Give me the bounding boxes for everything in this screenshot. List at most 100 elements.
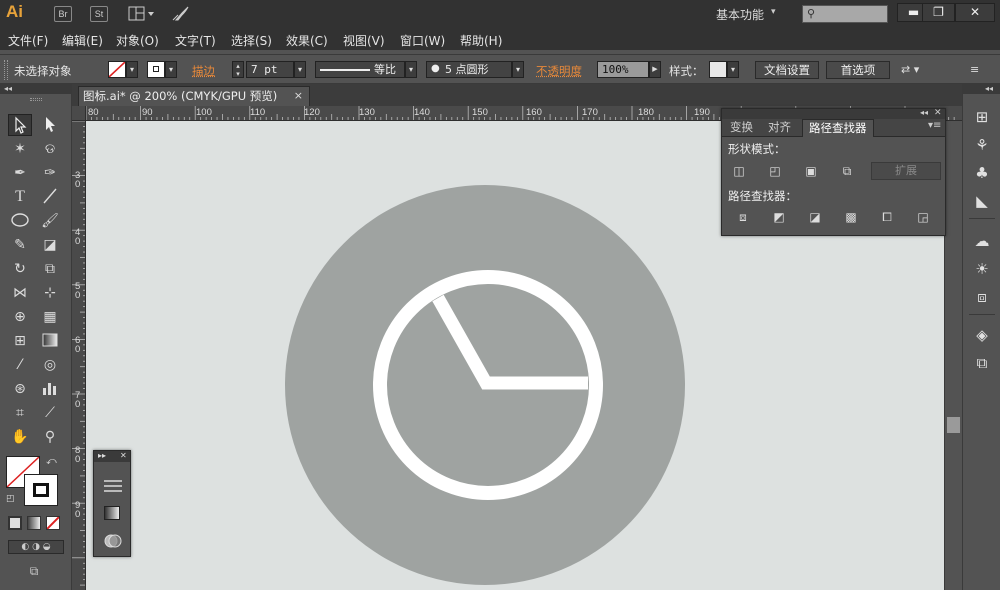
menu-view[interactable]: 视图(V)	[343, 32, 385, 49]
eraser-tool-icon[interactable]: ◪	[38, 234, 62, 256]
transparency-panel-icon[interactable]	[104, 533, 122, 549]
scale-tool-icon[interactable]: ⧉	[38, 258, 62, 280]
stroke-swatch[interactable]	[147, 61, 165, 78]
opacity-link[interactable]: 不透明度	[536, 63, 582, 79]
fill-swatch[interactable]	[108, 61, 126, 78]
type-tool-icon[interactable]: T	[8, 186, 32, 208]
stroke-weight-dropdown[interactable]: ▾	[294, 61, 306, 78]
stroke-color-swatch[interactable]	[24, 474, 58, 506]
gradient-mode-icon[interactable]	[27, 516, 41, 530]
ruler-origin[interactable]	[72, 106, 86, 121]
width-tool-icon[interactable]: ⋈	[8, 282, 32, 304]
gradient-panel-icon[interactable]	[104, 506, 120, 520]
pencil-tool-icon[interactable]: ✎	[8, 234, 32, 256]
menu-select[interactable]: 选择(S)	[231, 32, 272, 49]
brushes-icon[interactable]: ⚘	[971, 134, 993, 156]
panel-menu-icon[interactable]: ≡	[970, 63, 986, 77]
fill-dropdown[interactable]: ▾	[126, 61, 138, 78]
artboards-icon[interactable]: ⧉	[971, 352, 993, 374]
zoom-tool-icon[interactable]: ⚲	[38, 426, 62, 448]
merge-icon[interactable]: ◪	[806, 209, 824, 225]
grip-handle[interactable]	[30, 98, 42, 101]
menu-object[interactable]: 对象(O)	[116, 32, 159, 49]
mesh-tool-icon[interactable]: ⊞	[8, 330, 32, 352]
menu-type[interactable]: 文字(T)	[175, 32, 216, 49]
artboard-tool-icon[interactable]: ⌗	[8, 402, 32, 424]
image-trace-icon[interactable]: ⧈	[971, 286, 993, 308]
perspective-grid-tool-icon[interactable]: ▦	[38, 306, 62, 328]
swap-colors-icon[interactable]: ⤺	[46, 456, 60, 470]
tab-pathfinder[interactable]: 路径查找器	[802, 119, 874, 137]
menu-edit[interactable]: 编辑(E)	[62, 32, 103, 49]
close-button[interactable]: ✕	[955, 3, 995, 22]
draw-mode-icon[interactable]: ◐ ◑ ◒	[8, 540, 64, 554]
rocket-icon[interactable]	[170, 5, 190, 23]
stroke-link[interactable]: 描边	[192, 63, 215, 79]
document-tab[interactable]: 图标.ai* @ 200% (CMYK/GPU 预览) ×	[78, 86, 310, 106]
restore-button[interactable]: ❐	[922, 3, 955, 22]
stroke-dropdown[interactable]: ▾	[165, 61, 177, 78]
panel-header[interactable]: ▸▸ ✕	[94, 451, 130, 462]
stroke-panel-icon[interactable]	[104, 479, 122, 493]
search-input[interactable]: ⚲	[802, 5, 888, 23]
minus-back-icon[interactable]: ◲	[914, 209, 932, 225]
brush-dropdown[interactable]: ▾	[512, 61, 524, 78]
collapse-arrows-icon[interactable]: ◂◂	[0, 84, 72, 94]
eyedropper-tool-icon[interactable]: ⁄	[8, 354, 32, 376]
stroke-weight-stepper[interactable]: ▴ ▾	[232, 61, 244, 78]
tab-transform[interactable]: 变换	[724, 119, 759, 137]
crop-icon[interactable]: ▩	[842, 209, 860, 225]
minus-front-icon[interactable]: ◰	[766, 163, 784, 179]
arrange-documents-icon[interactable]	[128, 6, 156, 22]
scrollbar-thumb[interactable]	[947, 417, 960, 433]
paintbrush-tool-icon[interactable]: 🖌	[38, 210, 62, 232]
panel-menu-icon[interactable]: ▾≡	[928, 120, 941, 131]
layers-icon[interactable]: ◈	[971, 324, 993, 346]
appearance-icon[interactable]: ☀	[971, 258, 993, 280]
creative-cloud-libraries-icon[interactable]: ☁	[971, 230, 993, 252]
unite-icon[interactable]: ◫	[730, 163, 748, 179]
line-segment-tool-icon[interactable]	[38, 186, 62, 208]
direct-selection-tool-icon[interactable]	[38, 114, 62, 136]
bridge-icon[interactable]: Br	[54, 6, 72, 22]
menu-window[interactable]: 窗口(W)	[400, 32, 445, 49]
none-mode-icon[interactable]	[46, 516, 60, 530]
pen-tool-icon[interactable]: ✒	[8, 162, 32, 184]
variable-width-profile[interactable]: 等比	[315, 61, 405, 78]
opacity-field[interactable]: 100%	[597, 61, 649, 78]
menu-file[interactable]: 文件(F)	[8, 32, 48, 49]
chevron-down-icon[interactable]: ▾	[771, 7, 776, 17]
vertical-scrollbar[interactable]	[944, 121, 962, 590]
style-swatch[interactable]	[709, 61, 727, 78]
tab-align[interactable]: 对齐	[762, 119, 797, 137]
divide-icon[interactable]: ⧈	[734, 209, 752, 225]
column-graph-tool-icon[interactable]	[38, 378, 62, 400]
curvature-tool-icon[interactable]: ✑	[38, 162, 62, 184]
rotate-tool-icon[interactable]: ↻	[8, 258, 32, 280]
symbols-icon[interactable]: ♣	[971, 162, 993, 184]
opacity-slider-button[interactable]: ▶	[649, 61, 661, 78]
blend-tool-icon[interactable]: ◎	[38, 354, 62, 376]
shape-builder-tool-icon[interactable]: ⊕	[8, 306, 32, 328]
align-options-icon[interactable]: ⇄ ▾	[901, 63, 931, 77]
expand-arrows-icon[interactable]: ▸▸	[98, 451, 106, 461]
workspace-switcher[interactable]: 基本功能	[716, 6, 764, 23]
vertical-ruler[interactable]: 30 40 50 60 70 80 90	[72, 121, 86, 590]
collapse-arrows-icon[interactable]: ◂◂	[920, 108, 928, 117]
preferences-button[interactable]: 首选项	[826, 61, 890, 79]
slice-tool-icon[interactable]: ⟋	[38, 402, 62, 424]
lasso-tool-icon[interactable]: ଡ	[38, 138, 62, 160]
outline-icon[interactable]: ⧠	[878, 209, 896, 225]
brush-definition[interactable]: ● 5 点圆形	[426, 61, 512, 78]
document-setup-button[interactable]: 文档设置	[755, 61, 819, 79]
color-mode-icon[interactable]	[8, 516, 22, 530]
gradient-tool-icon[interactable]	[38, 330, 62, 352]
close-icon[interactable]: ✕	[934, 108, 942, 118]
panel-header[interactable]: ◂◂ ✕	[722, 109, 945, 119]
menu-help[interactable]: 帮助(H)	[460, 32, 502, 49]
symbol-sprayer-tool-icon[interactable]: ⊛	[8, 378, 32, 400]
close-icon[interactable]: ✕	[120, 451, 127, 461]
trim-icon[interactable]: ◩	[770, 209, 788, 225]
ellipse-tool-icon[interactable]	[8, 210, 32, 232]
hand-tool-icon[interactable]: ✋	[8, 426, 32, 448]
